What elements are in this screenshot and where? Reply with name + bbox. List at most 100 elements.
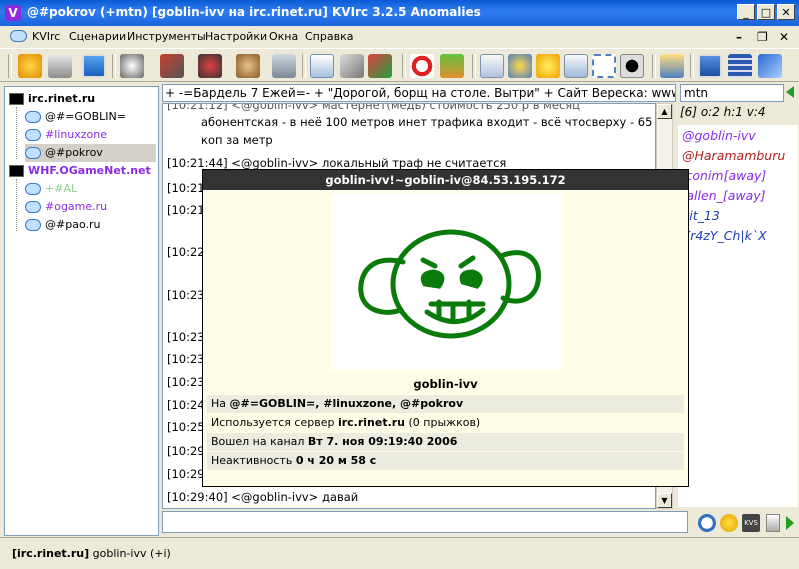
tree-channel-ogame[interactable]: #ogame.ru: [25, 198, 107, 216]
channel-bubble-icon: [25, 183, 41, 195]
collapse-arrow-icon[interactable]: [786, 86, 794, 98]
user-icon[interactable]: [236, 54, 260, 78]
tooltip-joined-row: Вошел на канал Вт 7. ноя 09:19:40 2006: [207, 433, 684, 451]
message-input[interactable]: [162, 511, 688, 533]
notepad-icon[interactable]: [310, 54, 334, 78]
menu-help[interactable]: Справка: [305, 30, 353, 43]
channel-bubble-icon: [25, 219, 41, 231]
channel-name: #ogame.ru: [45, 200, 108, 213]
multiline-icon[interactable]: [766, 514, 780, 532]
mask-icon[interactable]: [120, 54, 144, 78]
toolbar-separator: [652, 54, 656, 78]
user-window-icon[interactable]: [480, 54, 504, 78]
console-icon: [9, 165, 24, 177]
maximize-button[interactable]: □: [757, 4, 775, 20]
tooltip-header: goblin-ivv!~goblin-iv@84.53.195.172: [203, 170, 688, 190]
channel-topic[interactable]: + -=Бардель 7 Ежей=- + "Дорогой, борщ на…: [162, 84, 676, 102]
folder-icon[interactable]: [660, 54, 684, 78]
row-extra: (0 прыжков): [405, 416, 481, 429]
list-window-icon[interactable]: [564, 54, 588, 78]
mdi-close-button[interactable]: ✕: [779, 30, 789, 44]
chat-line: [10:23: [167, 352, 205, 366]
channel-name: +#AL: [45, 182, 78, 195]
user-filter-input[interactable]: mtn: [680, 84, 784, 102]
expand-arrow-icon[interactable]: [786, 516, 794, 530]
connect-icon[interactable]: [18, 54, 42, 78]
wrench-icon[interactable]: [340, 54, 364, 78]
tile-windows-icon[interactable]: [728, 54, 752, 78]
lifebuoy-icon[interactable]: [410, 54, 434, 78]
server-options-icon[interactable]: [48, 54, 72, 78]
chat-line: [10:21:12] <@goblin-ivv> мастернет(медь)…: [167, 103, 581, 112]
user-list[interactable]: @goblin-ivv @Haramamburu iconim[away] fa…: [678, 125, 798, 507]
home-icon[interactable]: [440, 54, 464, 78]
minimize-button[interactable]: _: [737, 4, 755, 20]
status-server: [irc.rinet.ru]: [12, 547, 90, 560]
user-item[interactable]: fallen_[away]: [682, 188, 766, 203]
arrange-icon[interactable]: [758, 54, 782, 78]
dashed-window-icon[interactable]: [592, 54, 616, 78]
menu-bar: KVIrc Сценарии Инструменты Настройки Окн…: [0, 27, 799, 47]
window-tree[interactable]: irc.rinet.ru @#=GOBLIN= #linuxzone @#pok…: [4, 86, 159, 536]
brush-icon[interactable]: [368, 54, 392, 78]
menu-settings[interactable]: Настройки: [205, 30, 267, 43]
tree-channel-linuxzone[interactable]: #linuxzone: [25, 126, 107, 144]
record-icon[interactable]: [620, 54, 644, 78]
menu-kvirc[interactable]: KVIrc: [32, 30, 60, 43]
status-bar: [irc.rinet.ru] goblin-ivv (+i): [0, 537, 799, 569]
joystick-icon[interactable]: [198, 54, 222, 78]
status-nick: goblin-ivv (+i): [92, 547, 171, 560]
tooltip-nick: goblin-ivv: [413, 377, 478, 391]
toolbar-separator: [302, 54, 306, 78]
window-icon[interactable]: [82, 54, 106, 78]
chat-line-continuation: абонентская - в неё 100 метров инет траф…: [201, 115, 653, 129]
channel-name: @#pokrov: [45, 146, 103, 159]
row-value: @#=GOBLIN=, #linuxzone, @#pokrov: [229, 397, 464, 410]
tree-channel-al[interactable]: +#AL: [25, 180, 77, 198]
tree-server-ogamenet[interactable]: WHF.OGameNet.net: [9, 162, 151, 180]
star-icon[interactable]: [536, 54, 560, 78]
user-item[interactable]: @goblin-ivv: [682, 128, 756, 143]
menu-scripts[interactable]: Сценарии: [69, 30, 126, 43]
cylinders-icon[interactable]: [272, 54, 296, 78]
tools-icon[interactable]: [160, 54, 184, 78]
close-button[interactable]: ✕: [777, 4, 795, 20]
mdi-restore-button[interactable]: ❐: [757, 30, 768, 44]
chat-line: [10:21: [167, 181, 205, 195]
row-value: Вт 7. ноя 09:19:40 2006: [307, 435, 458, 448]
user-item[interactable]: @Haramamburu: [682, 148, 785, 163]
row-label: Вошел на канал: [211, 435, 308, 448]
scroll-down-icon[interactable]: ▼: [657, 493, 672, 508]
mdi-minimize-button[interactable]: –: [736, 30, 742, 44]
tree-channel-goblin[interactable]: @#=GOBLIN=: [25, 108, 126, 126]
tooltip-body: goblin-ivv На @#=GOBLIN=, #linuxzone, @#…: [203, 190, 688, 486]
title-bar[interactable]: V @#pokrov (+mtn) [goblin-ivv на irc.rin…: [0, 0, 799, 26]
menu-tools[interactable]: Инструменты: [127, 30, 206, 43]
menu-windows[interactable]: Окна: [269, 30, 298, 43]
chat-line: [10:29:40] <@goblin-ivv> давай: [167, 490, 359, 504]
channel-name: @#pao.ru: [45, 218, 101, 231]
chat-line: [10:24: [167, 398, 205, 412]
status-text: [irc.rinet.ru] goblin-ivv (+i): [12, 547, 171, 560]
chat-line: [10:23: [167, 330, 205, 344]
sun-window-icon[interactable]: [508, 54, 532, 78]
chat-line: [10:21: [167, 203, 205, 217]
tree-channel-pao[interactable]: @#pao.ru: [25, 216, 100, 234]
scroll-up-icon[interactable]: ▲: [657, 104, 672, 119]
chat-line: [10:25: [167, 420, 205, 434]
toolbar-separator: [690, 54, 694, 78]
cascade-windows-icon[interactable]: [698, 54, 722, 78]
keyboard-icon[interactable]: KVS: [742, 514, 760, 532]
toolbar-separator: [402, 54, 406, 78]
tree-server-rinet[interactable]: irc.rinet.ru: [9, 90, 95, 108]
clock-icon[interactable]: [698, 514, 716, 532]
smiley-icon[interactable]: [720, 514, 738, 532]
user-item[interactable]: Kr4zY_Ch|k`X: [682, 228, 767, 243]
tree-channel-pokrov[interactable]: @#pokrov: [25, 144, 156, 162]
app-icon[interactable]: V: [5, 5, 21, 21]
chat-line: [10:23: [167, 288, 205, 302]
chat-line: [10:21:44] <@goblin-ivv> локальный траф …: [167, 156, 507, 170]
chat-line: [10:29: [167, 444, 205, 458]
chat-line: [10:22: [167, 245, 205, 259]
user-item[interactable]: iconim[away]: [682, 168, 766, 183]
